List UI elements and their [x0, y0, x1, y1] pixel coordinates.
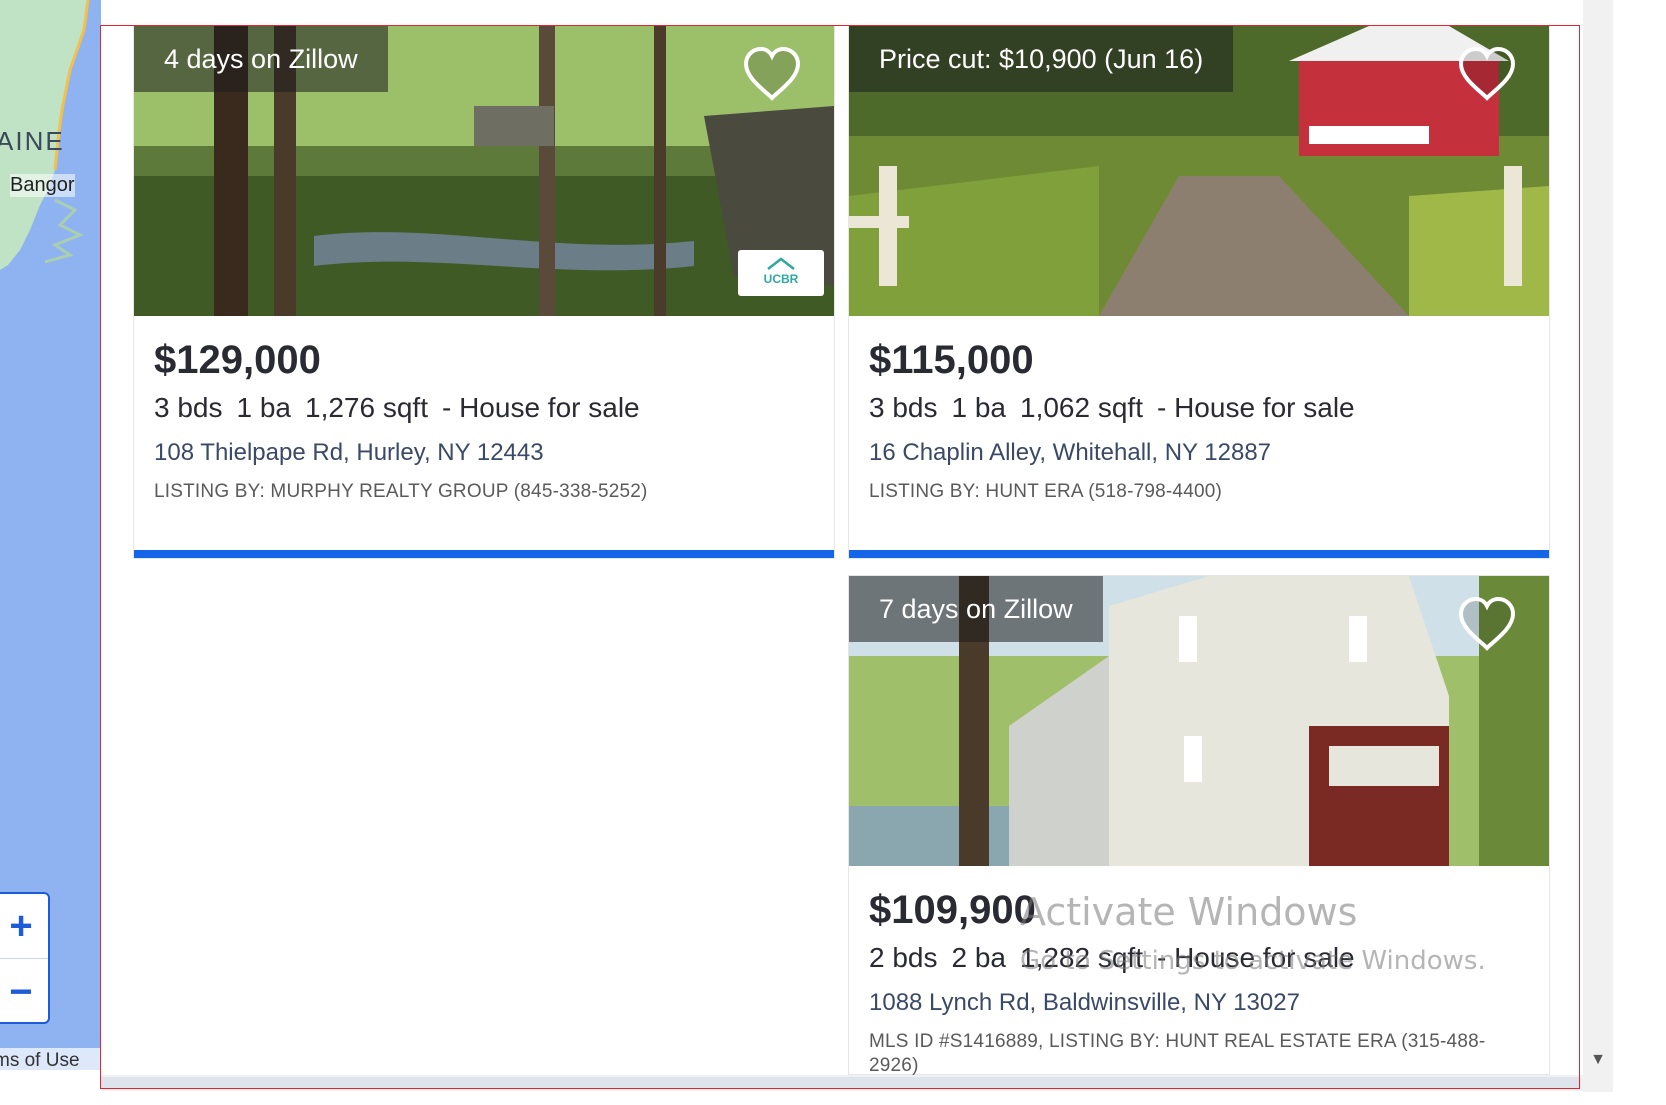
listing-photo[interactable]: Price cut: $10,900 (Jun 16)	[849, 26, 1549, 316]
scroll-down-arrow-icon[interactable]: ▼	[1586, 1048, 1610, 1072]
listing-card[interactable]: Price cut: $10,900 (Jun 16) $115,000 3 b…	[849, 26, 1549, 558]
listing-address[interactable]: 108 Thielpape Rd, Hurley, NY 12443	[154, 439, 544, 467]
listing-baths: 1 ba	[236, 392, 292, 423]
save-heart-icon[interactable]	[1457, 46, 1517, 102]
activate-windows-subtitle: Go to Settings to activate Windows.	[1020, 946, 1486, 976]
listing-baths: 2 ba	[951, 942, 1007, 973]
listing-broker: MLS ID #S1416889, LISTING BY: HUNT REAL …	[869, 1031, 1486, 1076]
vertical-scrollbar[interactable]	[1583, 0, 1613, 1092]
listing-beds: 2 bds	[869, 942, 938, 973]
terms-of-use-link[interactable]: ms of Use	[0, 1048, 101, 1070]
map-city-label: Bangor	[10, 174, 75, 197]
listing-facts: 3 bds 1 ba 1,276 sqft - House for sale	[154, 392, 654, 424]
zoom-control: + −	[0, 892, 50, 1024]
listing-type: - House for sale	[1156, 392, 1355, 423]
listing-sqft: 1,276 sqft	[305, 392, 428, 423]
listing-badge: Price cut: $10,900 (Jun 16)	[849, 26, 1234, 92]
activate-windows-title: Activate Windows	[1020, 890, 1358, 934]
listing-card[interactable]: 7 days on Zillow $109,900 2 bds 2 ba 1,282…	[849, 576, 1549, 1076]
save-heart-icon[interactable]	[742, 46, 802, 102]
listing-facts: 3 bds 1 ba 1,062 sqft - House for sale	[869, 392, 1369, 424]
listing-sqft: 1,062 sqft	[1020, 392, 1143, 423]
listing-badge: 4 days on Zillow	[134, 26, 388, 92]
listing-price: $109,900	[869, 888, 1036, 932]
map-state-label: AINE	[0, 126, 65, 156]
zoom-in-button[interactable]: +	[0, 894, 48, 959]
map-view[interactable]: AINE Bangor + − ms of Use	[0, 0, 101, 1070]
listing-broker: LISTING BY: MURPHY REALTY GROUP (845-338…	[154, 481, 648, 502]
terms-of-use-text: ms of Use	[0, 1050, 80, 1070]
svg-text:UCBR: UCBR	[764, 272, 799, 286]
listing-photo[interactable]: 7 days on Zillow	[849, 576, 1549, 866]
zoom-out-button[interactable]: −	[0, 960, 48, 1024]
listing-beds: 3 bds	[869, 392, 938, 423]
listing-baths: 1 ba	[951, 392, 1007, 423]
card-accent-bar	[849, 550, 1549, 558]
listing-price: $129,000	[154, 338, 321, 382]
listing-price: $115,000	[869, 338, 1034, 382]
listing-beds: 3 bds	[154, 392, 223, 423]
horizontal-scrollbar-thumb[interactable]	[101, 1077, 1581, 1089]
save-heart-icon[interactable]	[1457, 596, 1517, 652]
listing-type: - House for sale	[441, 392, 640, 423]
card-accent-bar	[134, 550, 834, 558]
listing-photo[interactable]: 4 days on Zillow UCBR	[134, 26, 834, 316]
listing-address[interactable]: 16 Chaplin Alley, Whitehall, NY 12887	[869, 439, 1271, 467]
listing-address[interactable]: 1088 Lynch Rd, Baldwinsville, NY 13027	[869, 989, 1300, 1017]
listing-badge: 7 days on Zillow	[849, 576, 1103, 642]
listing-broker: LISTING BY: HUNT ERA (518-798-4400)	[869, 481, 1223, 502]
brokerage-logo: UCBR	[738, 250, 824, 296]
listing-card[interactable]: 4 days on Zillow UCBR $129,000 3 bds 1 ba…	[134, 26, 834, 558]
